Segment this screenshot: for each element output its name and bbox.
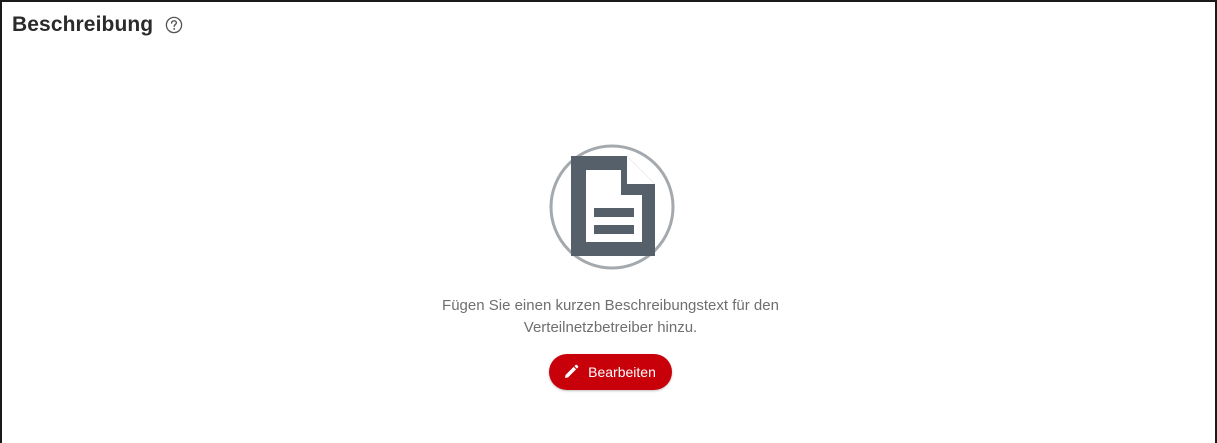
message-line-2: Verteilnetzbetreiber hinzu. [523, 319, 698, 336]
empty-state: Fügen Sie einen kurzen Beschreibungstext… [2, 143, 1217, 390]
empty-state-message: Fügen Sie einen kurzen Beschreibungstext… [401, 295, 821, 339]
help-circle-icon[interactable] [165, 16, 183, 34]
pencil-icon [563, 364, 579, 380]
document-icon [548, 143, 676, 271]
edit-button[interactable]: Bearbeiten [549, 354, 672, 390]
description-panel: Beschreibung Fügen Sie einen kurzen Besc… [0, 0, 1217, 443]
edit-button-label: Bearbeiten [588, 364, 656, 380]
message-line-1: Fügen Sie einen kurzen Beschreibungstext… [442, 297, 779, 314]
section-header: Beschreibung [12, 11, 183, 39]
section-title: Beschreibung [12, 13, 154, 36]
